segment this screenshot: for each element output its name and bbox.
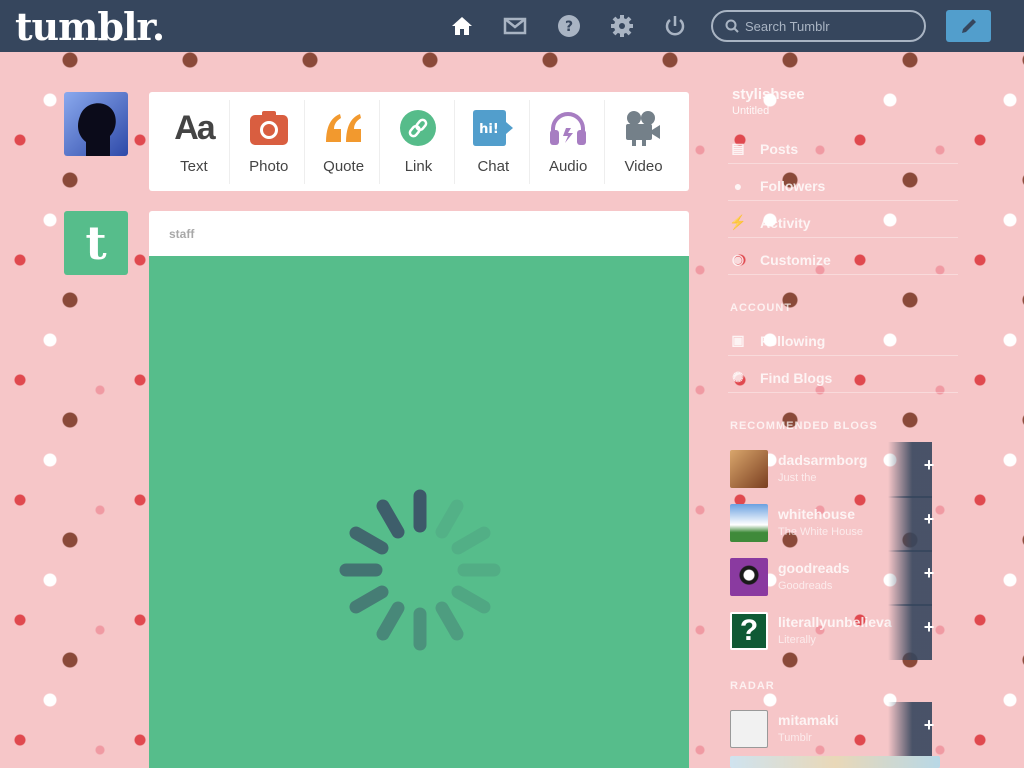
radar-heading: RADAR [730,680,775,692]
logout-icon[interactable] [662,13,688,39]
followers-icon: ● [733,177,743,194]
post-type-label: Video [624,158,663,175]
post-type-label: Chat [477,158,510,175]
blog-description: Literally [778,634,816,646]
sidebar-item-find-blogs[interactable]: ✺ Find Blogs [728,363,958,393]
post-type-chat[interactable]: hi! Chat [458,99,530,184]
recommended-blog[interactable]: goodreads Goodreads + [730,550,958,606]
search-icon [725,19,739,33]
sidebar-item-activity[interactable]: ⚡ Activity [728,208,958,238]
svg-text:hi!: hi! [479,122,499,137]
chat-icon: hi! [473,108,514,148]
recommended-blog[interactable]: ? literallyunbelieva Literally + [730,604,958,660]
pencil-icon [961,19,976,33]
post-type-link[interactable]: Link [383,99,455,184]
tumblr-logo[interactable]: tumblr. [15,4,165,49]
post-type-text[interactable]: Aa Text [158,99,231,184]
help-icon[interactable]: ? [556,13,582,39]
sidebar-item-label: Followers [760,177,826,194]
sidebar-item-label: Following [760,332,826,349]
link-icon [399,108,437,148]
post-type-label: Photo [249,158,289,175]
blog-subtitle: Untitled [732,105,770,117]
blog-description: The White House [778,526,863,538]
activity-icon: ⚡ [729,214,747,230]
blog-name: stylishsee [732,86,805,103]
follow-plus-icon[interactable]: + [920,715,938,735]
search-input[interactable] [745,18,915,34]
recommended-blog[interactable]: dadsarmborg Just the + [730,442,958,498]
blog-name: goodreads [778,560,850,576]
post-type-audio[interactable]: Audio [533,99,605,184]
blog-name: literallyunbelieva [778,614,892,630]
post-type-bar: Aa Text Photo Quote Link hi! Chat Audio [149,92,689,191]
home-icon[interactable] [449,13,475,39]
headphones-icon [549,108,587,148]
camera-icon [249,108,288,148]
account-heading: ACCOUNT [730,302,792,314]
sidebar-item-followers[interactable]: ● Followers [728,171,958,201]
blog-description: Just the [778,472,817,484]
settings-icon[interactable] [609,13,635,39]
blog-name: whitehouse [778,506,856,522]
user-avatar[interactable] [64,92,128,156]
search-box[interactable] [711,10,926,42]
staff-avatar[interactable]: t [64,211,128,275]
blog-switcher[interactable]: stylishsee Untitled [732,86,952,117]
post-type-label: Quote [323,158,365,175]
dashboard-post: staff [149,211,689,768]
inbox-icon[interactable] [502,13,528,39]
blog-name: dadsarmborg [778,452,868,468]
find-blogs-icon: ✺ [732,369,744,385]
following-icon: ▣ [731,332,745,348]
sidebar-item-label: Customize [760,251,831,268]
loading-spinner-icon [339,489,501,651]
blog-avatar: ? [730,612,768,650]
post-type-label: Link [404,158,433,175]
staff-avatar-letter: t [85,216,107,270]
blog-description: Goodreads [778,580,833,592]
post-body [149,256,689,768]
top-bar: tumblr. ? [0,0,1024,52]
sidebar-item-following[interactable]: ▣ Following [728,326,958,356]
post-author[interactable]: staff [169,227,194,241]
blog-name: mitamaki [778,712,839,728]
blog-description: Tumblr [778,732,812,744]
post-type-quote[interactable]: Quote [308,99,381,184]
post-header: staff [149,211,689,256]
post-type-label: Text [180,158,208,175]
video-camera-icon [624,108,662,148]
sidebar-item-customize[interactable]: ◉ Customize [728,245,958,275]
blog-avatar [730,710,768,748]
blog-avatar [730,558,768,596]
radar-post-preview[interactable] [730,756,940,768]
blog-avatar [730,504,768,542]
posts-icon: ▤ [731,140,745,156]
sidebar-item-label: Posts [760,140,799,157]
post-type-label: Audio [548,158,588,175]
compose-button[interactable] [946,10,991,42]
recommended-heading: RECOMMENDED BLOGS [730,420,878,432]
quote-icon [324,108,364,148]
text-icon: Aa [174,108,215,147]
silhouette-icon [78,103,116,156]
follow-plus-icon[interactable]: + [920,617,938,637]
follow-plus-icon[interactable]: + [920,455,938,475]
radar-blog[interactable]: mitamaki Tumblr + [730,702,958,758]
sidebar-item-label: Activity [760,214,811,231]
sidebar-item-posts[interactable]: ▤ Posts [728,134,958,164]
post-type-video[interactable]: Video [607,100,679,184]
sidebar-item-label: Find Blogs [760,369,833,386]
svg-text:?: ? [565,19,573,35]
blog-avatar [730,450,768,488]
eye-icon: ◉ [731,251,745,267]
post-type-photo[interactable]: Photo [233,99,306,184]
follow-plus-icon[interactable]: + [920,563,938,583]
follow-plus-icon[interactable]: + [920,509,938,529]
recommended-blog[interactable]: whitehouse The White House + [730,496,958,552]
